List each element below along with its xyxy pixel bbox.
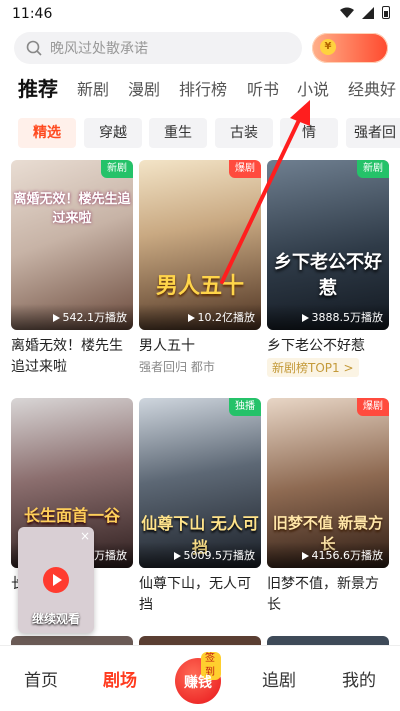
nav-me[interactable]: 我的 — [342, 666, 376, 691]
nav-earn[interactable]: 签到 赚钱 — [175, 652, 221, 704]
play-icon — [301, 314, 309, 322]
badge-new: 新剧 — [101, 160, 133, 178]
category-tabs: 推荐 新剧 漫剧 排行榜 听书 小说 经典好 — [0, 76, 400, 106]
drama-poster: 乡下老公不好惹 新剧 3888.5万播放 — [267, 160, 389, 330]
tab-ranking[interactable]: 排行榜 — [179, 76, 227, 100]
play-icon — [52, 314, 60, 322]
poster-title: 乡下老公不好惹 — [274, 252, 382, 299]
badge-hot: 爆剧 — [357, 398, 389, 416]
play-icon — [173, 552, 181, 560]
drama-title: 离婚无效！楼先生追过来啦 — [11, 338, 123, 375]
bottom-nav: 首页 剧场 签到 赚钱 追剧 我的 — [0, 645, 400, 711]
drama-card[interactable]: 仙尊下山 无人可挡 独播 5009.5万播放 仙尊下山，无人可挡 — [139, 398, 261, 628]
tab-novel[interactable]: 小说 — [297, 76, 329, 100]
battery-icon — [382, 6, 390, 19]
play-button[interactable] — [43, 567, 69, 593]
play-count: 542.1万播放 — [11, 304, 133, 330]
drama-card[interactable]: 乡下老公不好惹 新剧 3888.5万播放 乡下老公不好惹 新剧榜TOP1 > — [267, 160, 389, 390]
filter-chips: 精选 穿越 重生 古装 情 强者回 — [0, 118, 400, 148]
badge-exclusive: 独播 — [229, 398, 261, 416]
status-bar: 11:46 — [0, 0, 400, 30]
close-icon[interactable]: × — [79, 530, 91, 542]
search-placeholder: 晚风过处散承诺 — [50, 41, 148, 57]
drama-title: 仙尊下山，无人可挡 — [139, 576, 251, 613]
poster-title: 离婚无效！楼先生追过来啦 — [13, 192, 131, 226]
play-icon — [301, 552, 309, 560]
rank-badge[interactable]: 新剧榜TOP1 > — [267, 358, 359, 377]
tab-recommend[interactable]: 推荐 — [18, 76, 58, 102]
play-icon — [187, 314, 195, 322]
tab-comic-drama[interactable]: 漫剧 — [128, 76, 160, 100]
search-icon — [26, 40, 42, 56]
badge-new: 新剧 — [357, 160, 389, 178]
signal-icon — [362, 6, 374, 19]
drama-title: 乡下老公不好惹 — [267, 338, 365, 354]
status-time: 11:46 — [12, 6, 53, 22]
chip-time-travel[interactable]: 穿越 — [84, 118, 142, 148]
chip-featured[interactable]: 精选 — [18, 118, 76, 148]
drama-card[interactable]: 旧梦不值 新景方长 爆剧 4156.6万播放 旧梦不值，新景方长 — [267, 398, 389, 628]
play-count: 10.2亿播放 — [139, 304, 261, 330]
continue-watching-label: 继续观看 — [31, 612, 80, 626]
drama-tags: 强者回归 都市 — [139, 360, 215, 374]
search-input[interactable]: 晚风过处散承诺 — [14, 32, 302, 64]
nav-theater[interactable]: 剧场 — [103, 666, 137, 691]
continue-watching-widget[interactable]: × 继续观看 — [18, 527, 94, 633]
poster-title: 长生面首一谷 — [23, 506, 120, 525]
wifi-icon — [340, 7, 354, 18]
drama-title: 男人五十 — [139, 338, 195, 354]
drama-poster: 仙尊下山 无人可挡 独播 5009.5万播放 — [139, 398, 261, 568]
search-row: 晚风过处散承诺 ¥ — [0, 32, 400, 66]
chip-strong-return[interactable]: 强者回 — [346, 118, 400, 148]
drama-title: 旧梦不值，新景方长 — [267, 576, 379, 613]
drama-poster: 男人五十 爆剧 10.2亿播放 — [139, 160, 261, 330]
coin-reward-button[interactable]: ¥ — [312, 33, 388, 63]
play-count: 3888.5万播放 — [267, 304, 389, 330]
badge-hot: 爆剧 — [229, 160, 261, 178]
nav-follow[interactable]: 追剧 — [262, 666, 296, 691]
chip-rebirth[interactable]: 重生 — [149, 118, 207, 148]
coin-icon: ¥ — [320, 39, 336, 55]
chip-romance[interactable]: 情 — [280, 118, 338, 148]
drama-poster: 离婚无效！楼先生追过来啦 新剧 542.1万播放 — [11, 160, 133, 330]
chip-costume[interactable]: 古装 — [215, 118, 273, 148]
tab-new-drama[interactable]: 新剧 — [77, 76, 109, 100]
nav-home[interactable]: 首页 — [24, 666, 58, 691]
drama-poster: 旧梦不值 新景方长 爆剧 4156.6万播放 — [267, 398, 389, 568]
tab-audiobook[interactable]: 听书 — [247, 76, 279, 100]
drama-card[interactable]: 男人五十 爆剧 10.2亿播放 男人五十 强者回归 都市 — [139, 160, 261, 390]
tab-classic[interactable]: 经典好 — [348, 76, 396, 100]
poster-title: 男人五十 — [155, 274, 244, 299]
play-count: 5009.5万播放 — [139, 542, 261, 568]
earn-label: 赚钱 — [184, 675, 212, 691]
play-count: 4156.6万播放 — [267, 542, 389, 568]
status-icons — [340, 6, 390, 19]
drama-card[interactable]: 离婚无效！楼先生追过来啦 新剧 542.1万播放 离婚无效！楼先生追过来啦 — [11, 160, 133, 390]
